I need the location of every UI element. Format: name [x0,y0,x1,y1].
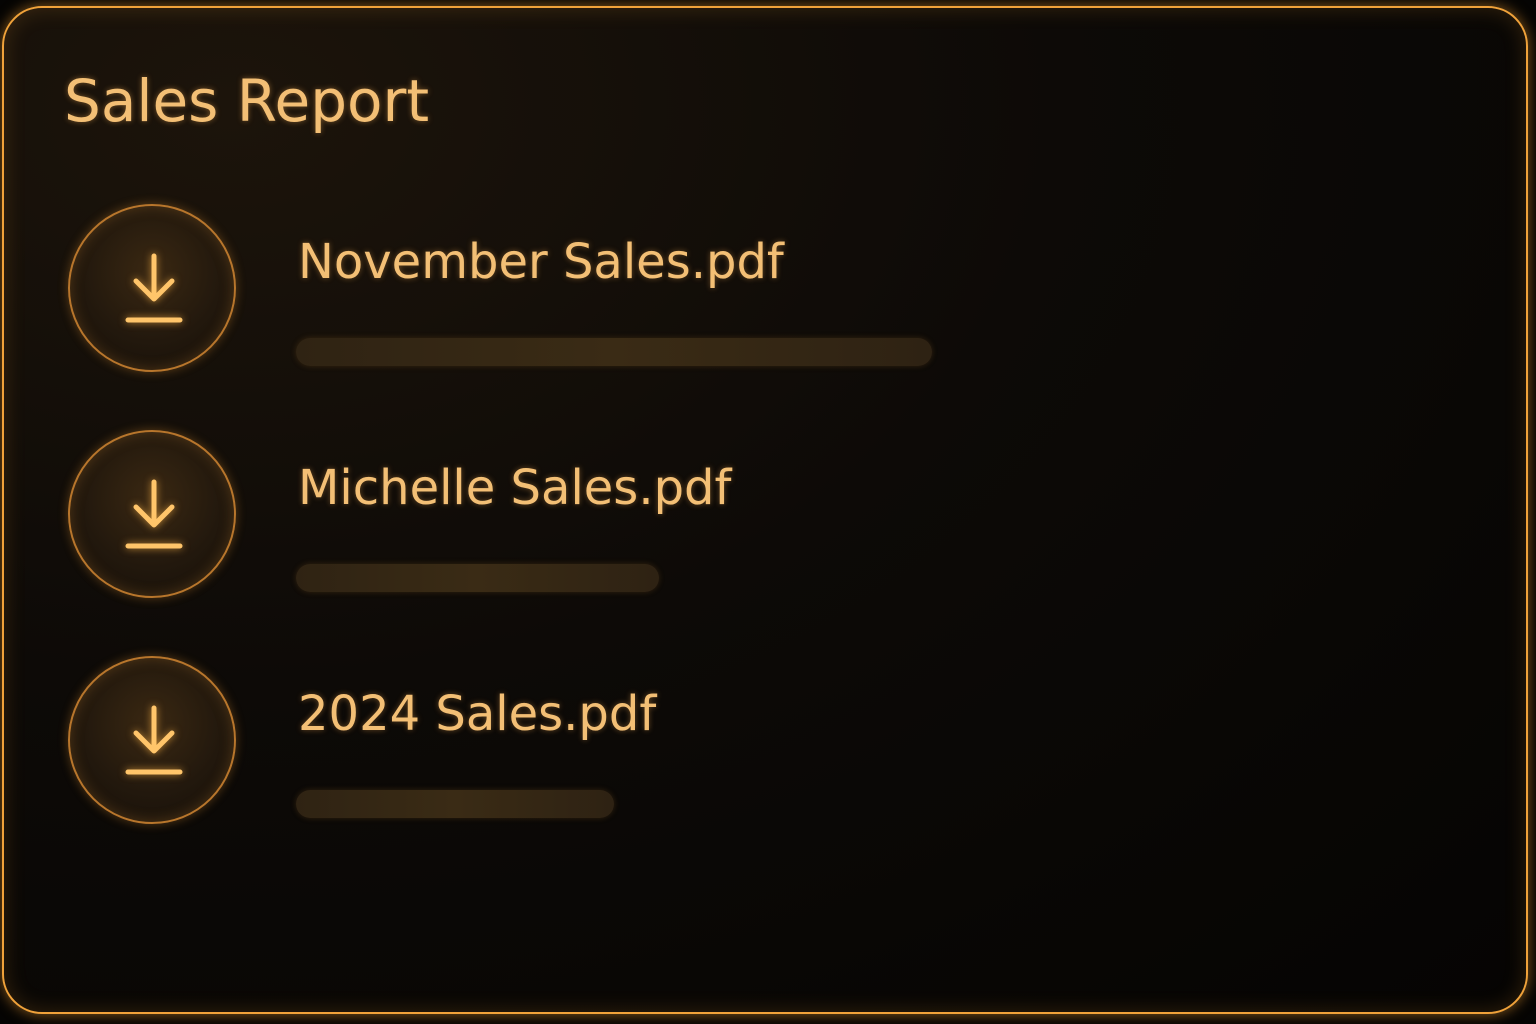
download-button-michelle[interactable] [68,430,236,598]
download-icon [125,705,183,775]
download-button-november[interactable] [68,204,236,372]
file-name[interactable]: Michelle Sales.pdf [298,464,731,512]
download-progress-bar [296,790,932,818]
file-row-2024: 2024 Sales.pdf [68,656,968,828]
download-progress-fill [296,338,932,366]
download-progress-fill [296,564,659,592]
sales-report-panel: Sales Report November Sales.pdf Michelle… [2,6,1528,1014]
file-name[interactable]: November Sales.pdf [298,238,784,286]
file-row-michelle: Michelle Sales.pdf [68,430,968,602]
panel-title: Sales Report [64,67,430,135]
file-row-november: November Sales.pdf [68,204,968,376]
download-icon [125,479,183,549]
download-icon [125,253,183,323]
download-progress-bar [296,338,932,366]
download-progress-fill [296,790,614,818]
download-progress-bar [296,564,932,592]
download-button-2024[interactable] [68,656,236,824]
file-name[interactable]: 2024 Sales.pdf [298,690,656,738]
